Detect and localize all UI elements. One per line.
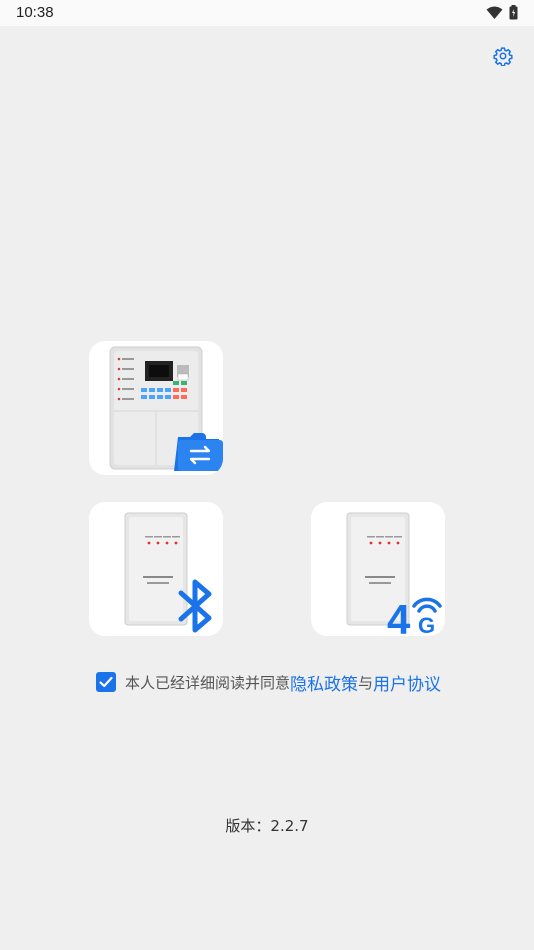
bluetooth-device-image bbox=[124, 512, 212, 633]
agreement-row: 本人已经详细阅读并同意 隐私政策 与 用户协议 bbox=[96, 670, 441, 695]
agreement-joiner: 与 bbox=[358, 673, 374, 692]
control-panel-image bbox=[109, 346, 223, 471]
privacy-policy-link[interactable]: 隐私政策 bbox=[290, 670, 358, 695]
agreement-text: 本人已经详细阅读并同意 bbox=[125, 673, 291, 692]
4g-device-card[interactable]: 4 G bbox=[311, 502, 445, 636]
4g-badge-text: 4 bbox=[387, 596, 411, 636]
version-label: 版本：2.2.7 bbox=[225, 817, 309, 835]
svg-text:G: G bbox=[418, 613, 435, 636]
agreement-checkbox[interactable] bbox=[96, 672, 116, 692]
status-icons bbox=[486, 5, 518, 24]
wifi-icon bbox=[486, 5, 503, 24]
status-time: 10:38 bbox=[16, 4, 54, 21]
gear-icon bbox=[493, 46, 513, 70]
4g-signal-icon: 4 G bbox=[387, 596, 442, 636]
user-agreement-link[interactable]: 用户协议 bbox=[373, 670, 441, 695]
bluetooth-device-card[interactable] bbox=[89, 502, 223, 636]
transfer-icon bbox=[174, 433, 223, 471]
check-icon bbox=[99, 676, 113, 688]
battery-icon bbox=[509, 5, 518, 24]
settings-button[interactable] bbox=[492, 47, 514, 69]
status-bar: 10:38 bbox=[0, 0, 534, 26]
panel-transfer-card[interactable] bbox=[89, 341, 223, 475]
4g-device-image: 4 G bbox=[346, 512, 442, 636]
